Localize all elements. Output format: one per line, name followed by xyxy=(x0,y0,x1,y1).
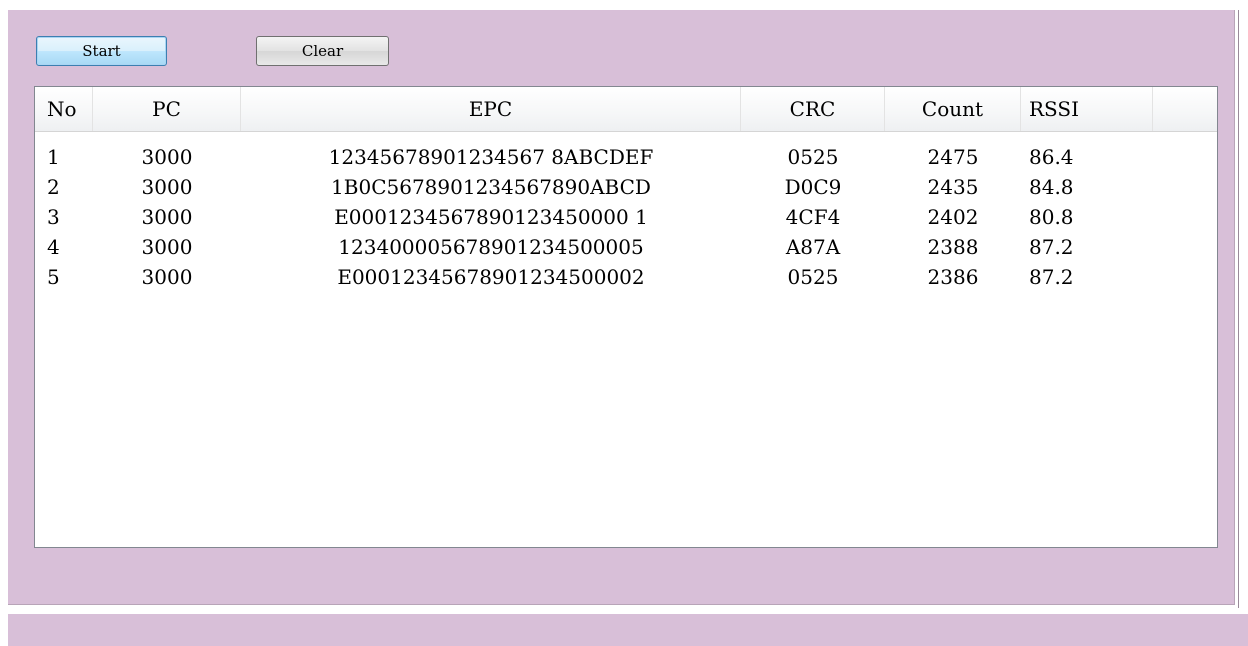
cell-count: 2475 xyxy=(927,145,979,169)
cell-rssi: 87.2 xyxy=(1029,265,1074,289)
cell-count: 2402 xyxy=(927,205,979,229)
column-header-filler xyxy=(1153,87,1217,131)
cell-crc: 0525 xyxy=(787,145,839,169)
cell-pc: 3000 xyxy=(141,235,193,259)
tag-list-view[interactable]: No PC EPC CRC Count RSSI 1 3000 12345678… xyxy=(34,86,1218,548)
start-button[interactable]: Start xyxy=(36,36,167,66)
cell-epc: E0001234567890123450000 1 xyxy=(334,205,648,229)
cell-rssi: 80.8 xyxy=(1029,205,1074,229)
cell-count: 2386 xyxy=(927,265,979,289)
column-header-no[interactable]: No xyxy=(35,87,93,131)
cell-pc: 3000 xyxy=(141,145,193,169)
table-row[interactable]: 1 3000 12345678901234567 8ABCDEF 0525 24… xyxy=(35,143,1217,171)
cell-crc: A87A xyxy=(785,235,841,259)
cell-rssi: 87.2 xyxy=(1029,235,1074,259)
table-row[interactable]: 4 3000 123400005678901234500005 A87A 238… xyxy=(35,233,1217,261)
table-row[interactable]: 2 3000 1B0C5678901234567890ABCD D0C9 243… xyxy=(35,173,1217,201)
status-bar xyxy=(8,614,1248,646)
cell-epc: 12345678901234567 8ABCDEF xyxy=(328,145,654,169)
cell-pc: 3000 xyxy=(141,265,193,289)
cell-crc: 0525 xyxy=(787,265,839,289)
cell-epc: 1B0C5678901234567890ABCD xyxy=(331,175,651,199)
cell-epc: 123400005678901234500005 xyxy=(338,235,644,259)
cell-no: 4 xyxy=(47,235,60,259)
cell-pc: 3000 xyxy=(141,175,193,199)
cell-count: 2388 xyxy=(927,235,979,259)
window-edge xyxy=(1238,10,1239,608)
table-row[interactable]: 3 3000 E0001234567890123450000 1 4CF4 24… xyxy=(35,203,1217,231)
cell-no: 3 xyxy=(47,205,60,229)
cell-crc: 4CF4 xyxy=(785,205,841,229)
cell-crc: D0C9 xyxy=(784,175,842,199)
cell-no: 1 xyxy=(47,145,60,169)
column-header-epc[interactable]: EPC xyxy=(241,87,741,131)
list-header: No PC EPC CRC Count RSSI xyxy=(35,87,1217,132)
column-header-pc[interactable]: PC xyxy=(93,87,241,131)
column-header-count[interactable]: Count xyxy=(885,87,1021,131)
table-row[interactable]: 5 3000 E00012345678901234500002 0525 238… xyxy=(35,263,1217,291)
cell-count: 2435 xyxy=(927,175,979,199)
cell-no: 5 xyxy=(47,265,60,289)
cell-epc: E00012345678901234500002 xyxy=(337,265,645,289)
cell-pc: 3000 xyxy=(141,205,193,229)
clear-button[interactable]: Clear xyxy=(256,36,389,66)
cell-no: 2 xyxy=(47,175,60,199)
column-header-crc[interactable]: CRC xyxy=(741,87,885,131)
column-header-rssi[interactable]: RSSI xyxy=(1021,87,1153,131)
cell-rssi: 84.8 xyxy=(1029,175,1074,199)
cell-rssi: 86.4 xyxy=(1029,145,1074,169)
